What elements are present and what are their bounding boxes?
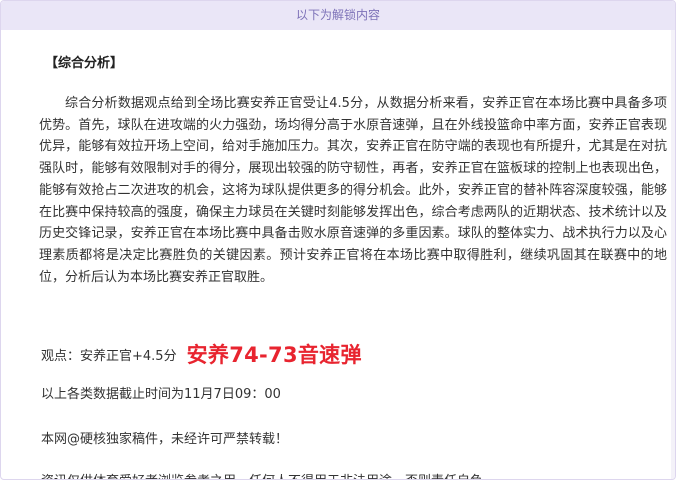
viewpoint-line: 观点： 安养正官+4.5分 安养74-73音速弹 [41, 338, 362, 370]
unlock-banner-text: 以下为解锁内容 [295, 8, 380, 22]
unlock-banner: 以下为解锁内容 [1, 1, 675, 30]
data-deadline: 以上各类数据截止时间为11月7日09：00 [41, 387, 281, 402]
viewpoint-label: 观点： [41, 348, 81, 364]
article-panel: 以下为解锁内容 【综合分析】 综合分析数据观点给到全场比赛安养正官受让4.5分，… [0, 0, 676, 480]
scrollbar[interactable] [671, 30, 675, 479]
section-title: 【综合分析】 [45, 56, 124, 71]
disclaimer: 资讯仅供体育爱好者浏览参考之用。任何人不得用于非法用途，否则责任自负。 [41, 470, 496, 479]
score-prediction: 安养74-73音速弹 [186, 343, 362, 367]
viewpoint-value: 安养正官+4.5分 [80, 348, 177, 364]
analysis-paragraph: 综合分析数据观点给到全场比赛安养正官受让4.5分，从数据分析来看，安养正官在本场… [39, 96, 667, 285]
copyright-notice: 本网@硬核独家稿件，未经许可严禁转载！ [41, 432, 289, 447]
